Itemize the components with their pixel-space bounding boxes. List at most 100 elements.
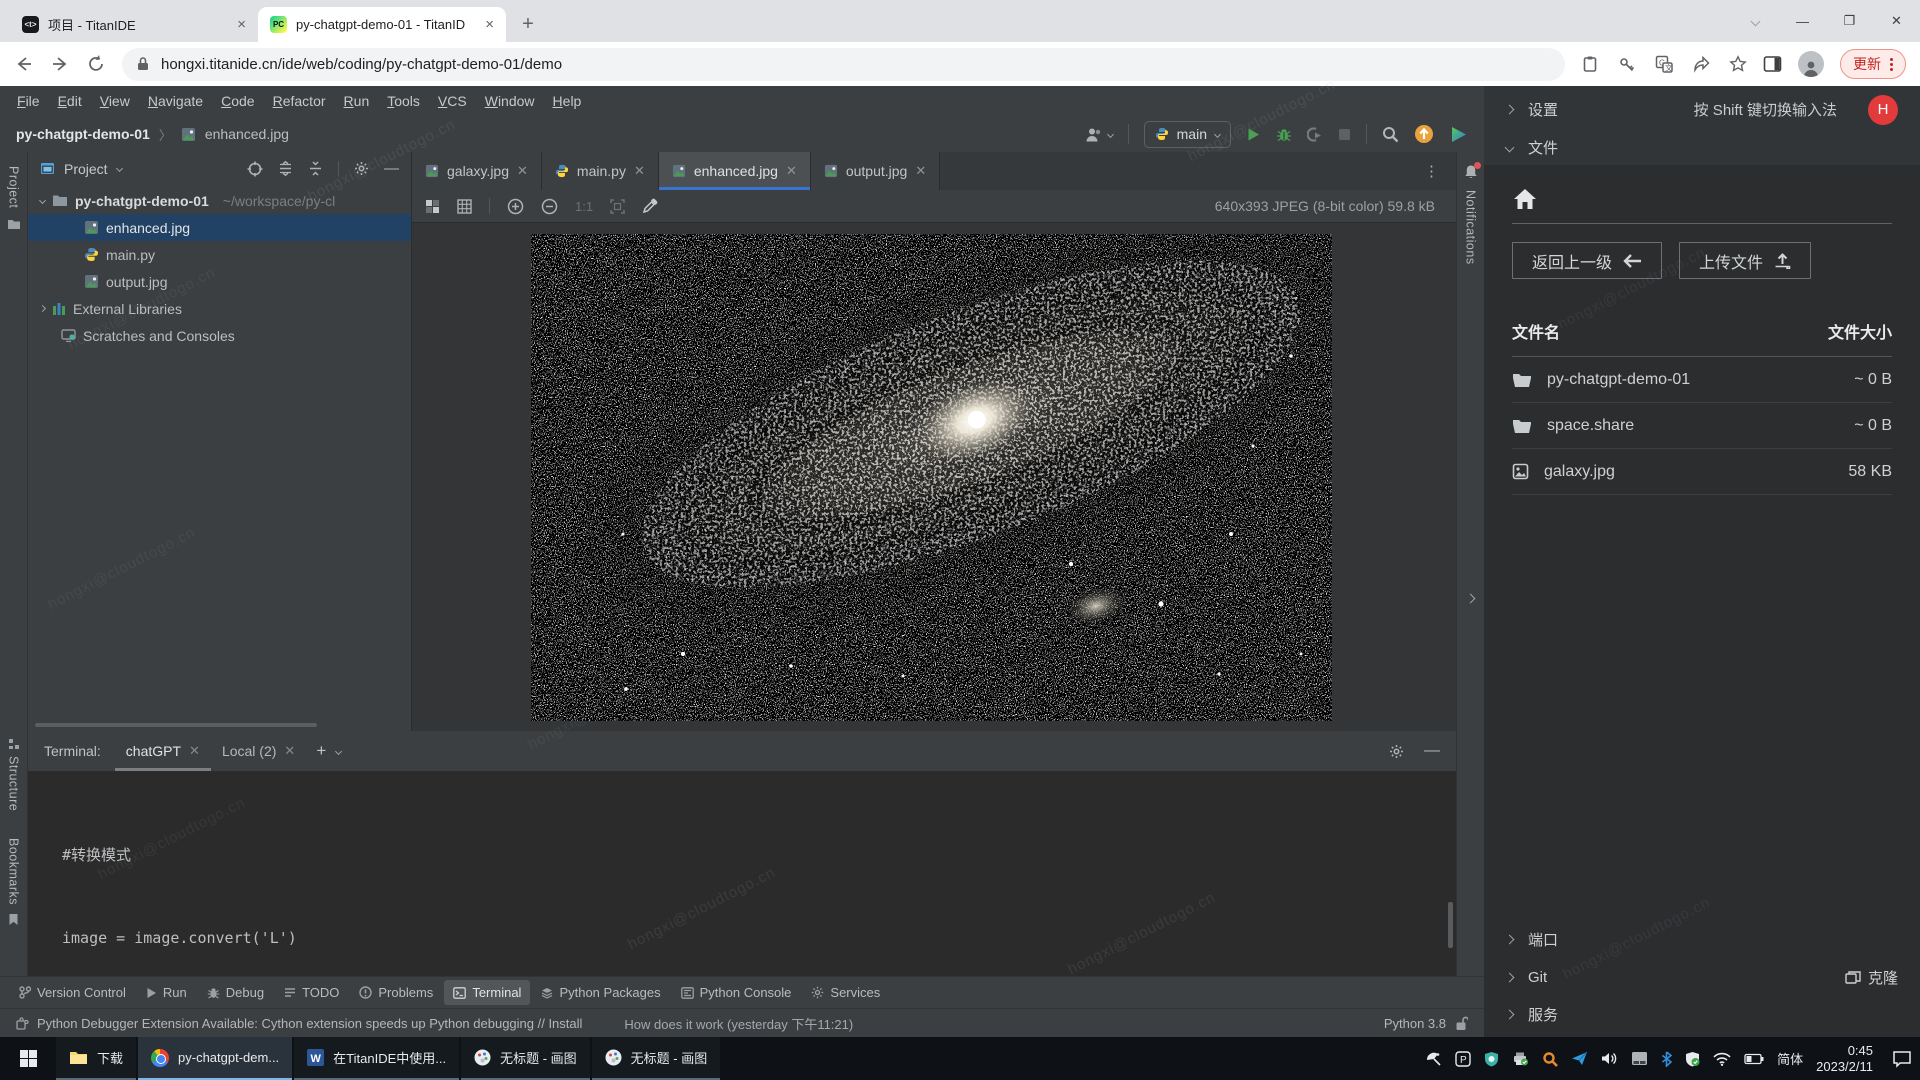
editor-tab-output[interactable]: output.jpg ✕ <box>810 152 941 190</box>
upload-file-button[interactable]: 上传文件 <box>1679 242 1812 279</box>
breadcrumb-file[interactable]: enhanced.jpg <box>205 126 289 142</box>
menu-code[interactable]: Code <box>212 90 263 112</box>
zoom-out-icon[interactable] <box>541 198 558 215</box>
sidebar-settings-row[interactable]: 设置 按 Shift 键切换输入法 H <box>1484 90 1920 129</box>
terminal-settings-gear-icon[interactable] <box>1389 744 1404 759</box>
address-bar[interactable]: hongxi.titanide.cn/ide/web/coding/py-cha… <box>122 47 1565 81</box>
toolwindow-services[interactable]: Services <box>802 980 889 1005</box>
menu-refactor[interactable]: Refactor <box>264 90 335 112</box>
tool-strip-structure[interactable]: Structure <box>7 756 21 811</box>
run-config-selector[interactable]: main <box>1143 120 1231 148</box>
toolwindow-run[interactable]: Run <box>137 980 196 1005</box>
terminal-scrollbar[interactable] <box>1448 902 1453 948</box>
side-panel-icon[interactable] <box>1763 55 1782 73</box>
browser-tab-ide[interactable]: PC py-chatgpt-demo-01 - TitanID × <box>258 7 506 42</box>
tree-row-root[interactable]: py-chatgpt-demo-01 ~/workspace/py-cl <box>28 187 411 214</box>
toolwindow-problems[interactable]: Problems <box>350 980 442 1005</box>
toolwindow-todo[interactable]: TODO <box>275 980 348 1005</box>
restore-icon[interactable]: ❐ <box>1826 0 1873 42</box>
action-center-icon[interactable] <box>1892 1050 1912 1068</box>
menu-navigate[interactable]: Navigate <box>139 90 212 112</box>
tool-strip-notifications[interactable]: Notifications <box>1464 190 1478 265</box>
color-picker-icon[interactable] <box>642 198 658 214</box>
notifications-bell-icon[interactable] <box>1463 162 1481 180</box>
browser-menu-icon[interactable] <box>1890 57 1893 71</box>
run-with-coverage-button[interactable] <box>1307 126 1323 142</box>
tab-close-icon[interactable]: ✕ <box>634 163 645 179</box>
taskbar-app-word[interactable]: W 在TitanIDE中使用... <box>294 1037 460 1080</box>
menu-edit[interactable]: Edit <box>49 90 91 112</box>
hide-panel-icon[interactable]: — <box>384 160 399 177</box>
sidebar-files-row[interactable]: 文件 <box>1484 129 1920 165</box>
debug-button[interactable] <box>1276 127 1292 142</box>
editor-tab-enhanced[interactable]: enhanced.jpg ✕ <box>658 152 811 190</box>
menu-vcs[interactable]: VCS <box>429 90 476 112</box>
password-key-icon[interactable] <box>1618 55 1636 73</box>
project-panel-title[interactable]: Project <box>64 161 108 177</box>
expand-all-icon[interactable] <box>278 161 293 176</box>
remote-tool-icon[interactable] <box>1425 1051 1442 1067</box>
menu-tools[interactable]: Tools <box>378 90 429 112</box>
toolwindow-debug[interactable]: Debug <box>198 980 273 1005</box>
file-row[interactable]: space.share ~ 0 B <box>1512 403 1892 449</box>
clipboard-icon[interactable] <box>1581 55 1599 73</box>
tree-row-scratches[interactable]: Scratches and Consoles <box>28 322 411 349</box>
locate-file-icon[interactable] <box>247 161 263 177</box>
search-everywhere-icon[interactable] <box>1382 126 1399 143</box>
interpreter-label[interactable]: Python 3.8 <box>1384 1016 1446 1031</box>
tab-close-icon[interactable]: ✕ <box>915 163 926 179</box>
taskbar-app-chrome[interactable]: py-chatgpt-dem... <box>138 1037 293 1080</box>
go-up-button[interactable]: 返回上一级 <box>1512 242 1663 279</box>
tool-strip-bookmarks[interactable]: Bookmarks <box>7 838 21 905</box>
tree-row-external-libraries[interactable]: External Libraries <box>28 295 411 322</box>
printer-tray-icon[interactable] <box>1512 1051 1529 1066</box>
toolwindow-python-console[interactable]: Python Console <box>672 980 801 1005</box>
taskbar-app-paint-2[interactable]: 无标题 - 画图 <box>591 1037 721 1080</box>
toolwindow-python-packages[interactable]: Python Packages <box>532 980 669 1005</box>
tab-close-icon[interactable]: ✕ <box>786 163 797 179</box>
expand-panel-chevron-icon[interactable] <box>1465 593 1476 604</box>
settings-gear-icon[interactable] <box>354 161 369 176</box>
browser-update-button[interactable]: 更新 <box>1840 49 1906 79</box>
toolwindow-terminal[interactable]: Terminal <box>444 980 531 1005</box>
terminal-dropdown-icon[interactable] <box>335 747 343 755</box>
clock[interactable]: 0:45 2023/2/11 <box>1816 1043 1873 1075</box>
tab-close-icon[interactable]: × <box>485 17 494 32</box>
user-avatar[interactable]: H <box>1868 94 1898 125</box>
tab-close-icon[interactable]: ✕ <box>517 163 528 179</box>
file-row[interactable]: galaxy.jpg 58 KB <box>1512 449 1892 495</box>
tab-close-icon[interactable]: ✕ <box>189 743 200 759</box>
menu-run[interactable]: Run <box>335 90 379 112</box>
defender-tray-icon[interactable] <box>1685 1051 1700 1067</box>
menu-file[interactable]: File <box>8 90 49 112</box>
profile-avatar[interactable] <box>1798 51 1824 77</box>
home-icon[interactable] <box>1512 187 1892 211</box>
breadcrumb-project[interactable]: py-chatgpt-demo-01 <box>16 126 150 142</box>
editor-tab-galaxy[interactable]: galaxy.jpg ✕ <box>412 152 542 190</box>
touchpad-tray-icon[interactable] <box>1631 1051 1648 1066</box>
actual-size-button[interactable]: 1:1 <box>575 199 593 214</box>
column-header-name[interactable]: 文件名 <box>1512 319 1828 343</box>
browser-tab-projects[interactable]: <t> 项目 - TitanIDE × <box>10 7 258 42</box>
chevron-right-icon[interactable] <box>38 304 47 313</box>
battery-icon[interactable] <box>1744 1053 1764 1065</box>
share-icon[interactable] <box>1692 55 1710 73</box>
p-app-icon[interactable]: P <box>1455 1050 1471 1067</box>
zoom-in-icon[interactable] <box>507 198 524 215</box>
minimize-icon[interactable]: — <box>1779 0 1826 42</box>
menu-help[interactable]: Help <box>544 90 591 112</box>
terminal-tab-local[interactable]: Local (2) ✕ <box>211 731 306 771</box>
tree-row-enhanced[interactable]: enhanced.jpg <box>28 214 411 241</box>
sidebar-services-row[interactable]: 服务 <box>1484 995 1920 1033</box>
ide-assistant-icon[interactable] <box>1449 125 1468 144</box>
close-icon[interactable]: ✕ <box>1873 0 1920 42</box>
bluetooth-icon[interactable] <box>1661 1050 1673 1067</box>
sidebar-git-row[interactable]: Git 克隆 <box>1484 958 1920 996</box>
toolwindow-version-control[interactable]: Version Control <box>10 980 135 1005</box>
new-terminal-icon[interactable]: + <box>306 741 336 761</box>
tab-search-icon[interactable] <box>1732 0 1779 42</box>
ime-indicator[interactable]: 简体 <box>1777 1049 1803 1068</box>
shield-tray-icon[interactable] <box>1484 1051 1499 1067</box>
new-tab-button[interactable]: + <box>514 10 542 38</box>
tree-row-main-py[interactable]: main.py <box>28 241 411 268</box>
